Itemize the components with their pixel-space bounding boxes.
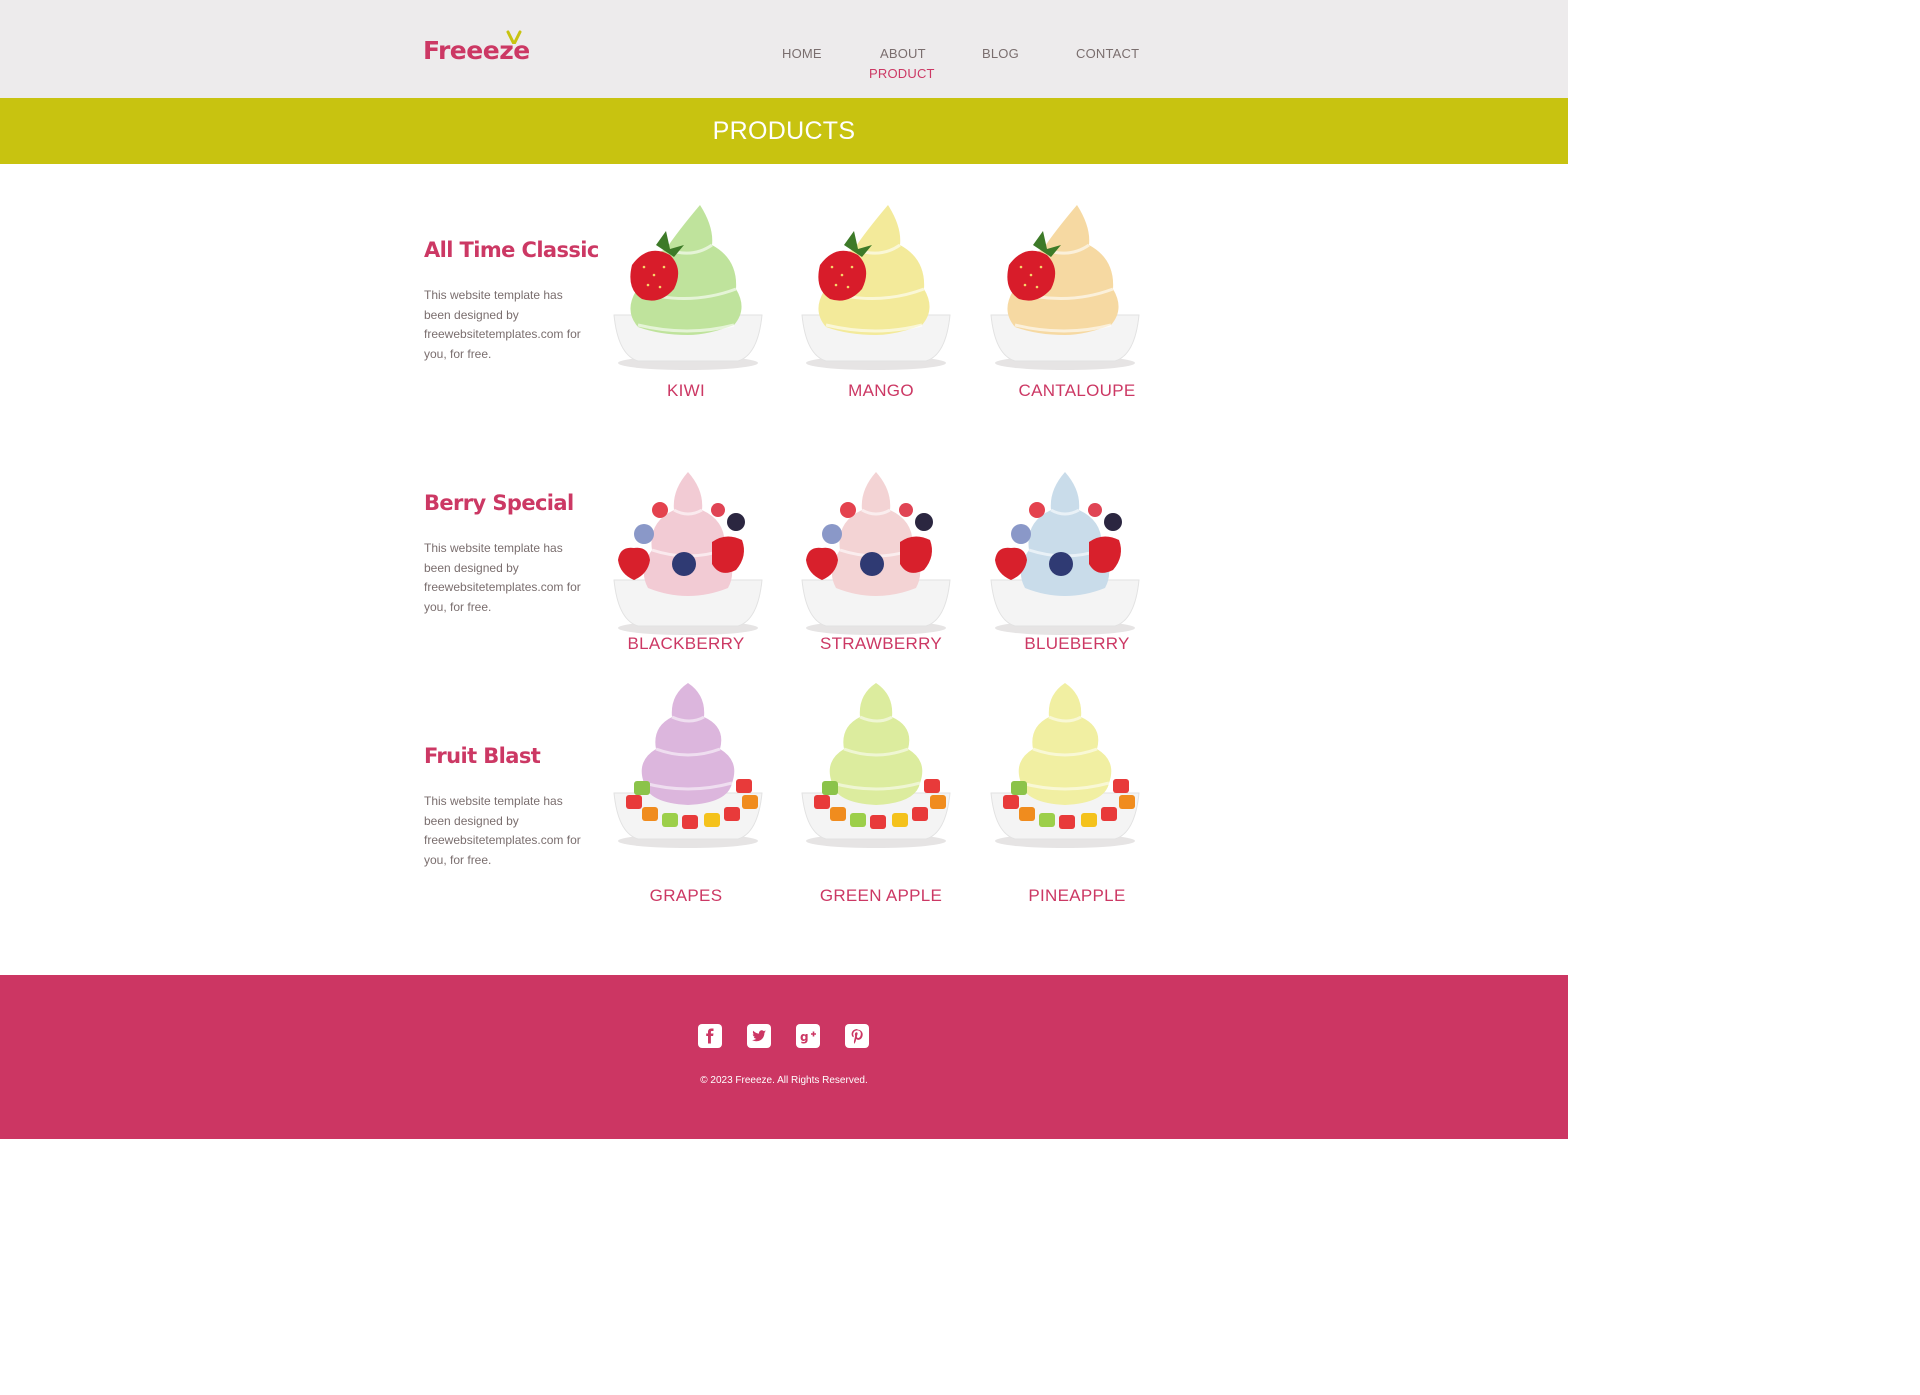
google-plus-icon: g [800,1030,816,1044]
dessert-cup-image [990,683,1140,848]
product-image[interactable] [796,683,956,883]
dessert-cup-image [801,472,951,635]
dessert-cup-image [613,683,763,848]
facebook-icon [706,1028,714,1044]
pinterest-button[interactable] [845,1024,869,1048]
product-image[interactable] [985,205,1145,405]
brand-logo[interactable]: Freeeze [423,30,543,70]
dessert-cup-image [613,205,763,370]
svg-text:g: g [800,1030,809,1044]
brand-name-main: Freee [423,36,500,65]
product-image[interactable] [608,683,768,883]
dessert-cup-image [990,472,1140,635]
google-plus-button[interactable]: g [796,1024,820,1048]
category-title: Berry Special [424,491,574,515]
dessert-cup-image [801,205,951,370]
nav-about[interactable]: ABOUT [880,46,926,61]
nav-blog[interactable]: BLOG [982,46,1019,61]
category-title: All Time Classic [424,238,599,262]
page-title: PRODUCTS [712,117,856,145]
dessert-cup-image [990,205,1140,370]
product-name[interactable]: CANTALOUPE [977,381,1177,401]
brand-name: Freeeze [423,36,530,65]
product-name[interactable]: MANGO [781,381,981,401]
twitter-button[interactable] [747,1024,771,1048]
category-title: Fruit Blast [424,744,541,768]
category-description: This website template has been designed … [424,541,581,614]
brand-name-tail: ze [499,36,530,65]
copyright-text: © 2023 Freeeze. All Rights Reserved. [700,1075,868,1086]
product-image[interactable] [608,205,768,405]
nav-contact[interactable]: CONTACT [1076,46,1139,61]
product-name[interactable]: BLUEBERRY [977,634,1177,654]
dessert-cup-image [801,683,951,848]
category-description: This website template has been designed … [424,288,581,361]
product-name[interactable]: STRAWBERRY [781,634,981,654]
category-description: This website template has been designed … [424,794,581,867]
product-name[interactable]: GREEN APPLE [781,886,981,906]
product-name[interactable]: BLACKBERRY [586,634,786,654]
dessert-cup-image [613,472,763,635]
product-image[interactable] [796,205,956,405]
twitter-icon [752,1030,766,1042]
product-image[interactable] [985,683,1145,883]
product-name[interactable]: GRAPES [586,886,786,906]
site-footer [0,975,1568,1139]
pinterest-icon [851,1029,863,1044]
product-name[interactable]: PINEAPPLE [977,886,1177,906]
facebook-button[interactable] [698,1024,722,1048]
product-name[interactable]: KIWI [586,381,786,401]
nav-home[interactable]: HOME [782,46,822,61]
nav-product[interactable]: PRODUCT [869,66,935,81]
